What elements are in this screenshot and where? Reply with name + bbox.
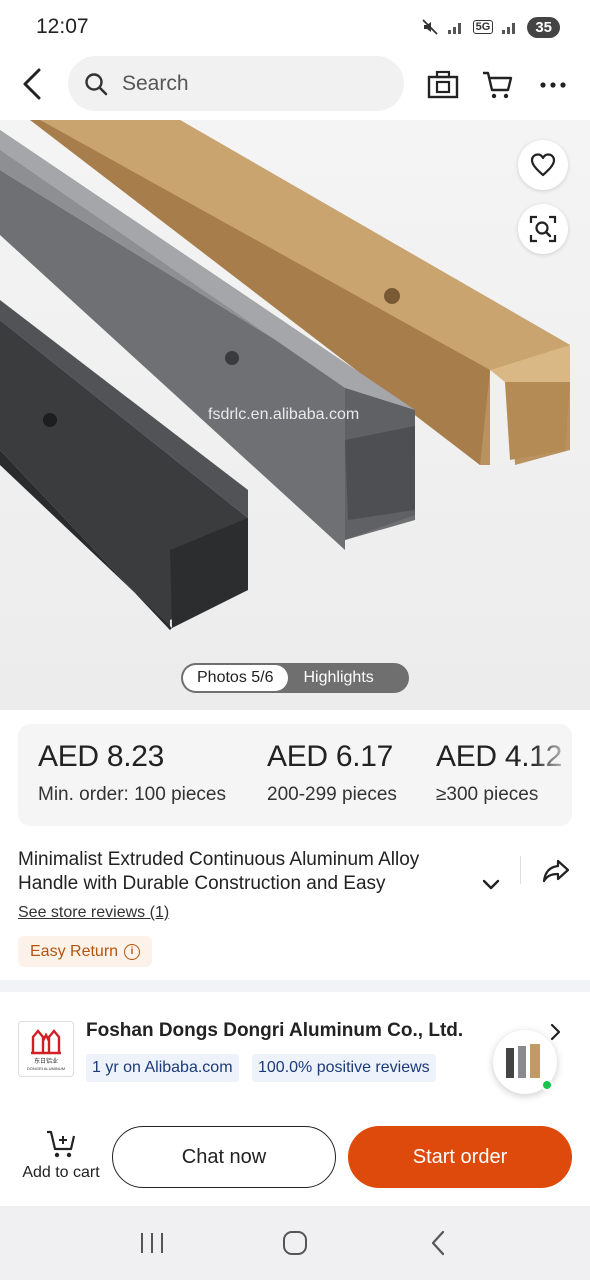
image-watermark: fsdrlc.en.alibaba.com <box>208 406 360 423</box>
heart-icon <box>530 153 556 177</box>
logo-subtext: DONGRI ALUMINUM <box>26 1066 66 1071</box>
home-button[interactable] <box>271 1219 319 1267</box>
network-badge: 5G <box>472 20 494 34</box>
status-icons: 5G 35 <box>421 16 560 38</box>
signal-icon <box>447 23 461 34</box>
add-to-cart-button[interactable]: Add to cart <box>18 1128 104 1182</box>
floating-product-bubble[interactable] <box>493 1030 557 1094</box>
start-order-button[interactable]: Start order <box>348 1126 572 1188</box>
chevron-right-icon <box>550 1023 561 1041</box>
camera-search-button[interactable] <box>424 66 462 104</box>
photo-toggle: Photos 5/6 Highlights <box>181 663 409 693</box>
more-button[interactable] <box>534 66 572 104</box>
tab-photos[interactable]: Photos 5/6 <box>183 665 288 691</box>
system-back-button[interactable] <box>414 1219 462 1267</box>
price-tier: AED 8.23 Min. order: 100 pieces <box>38 740 226 806</box>
favorite-button[interactable] <box>518 140 568 190</box>
tier-price: AED 8.23 <box>38 740 165 773</box>
visual-search-button[interactable] <box>518 204 568 254</box>
recent-apps-button[interactable] <box>128 1219 176 1267</box>
product-title: Minimalist Extruded Continuous Aluminum … <box>18 849 420 894</box>
status-bar: 12:07 5G 35 <box>0 0 590 54</box>
price-tier: AED 6.17 200-299 pieces <box>267 740 397 806</box>
supplier-name[interactable]: Foshan Dongs Dongri Aluminum Co., Ltd. <box>86 1020 463 1042</box>
cart-icon <box>483 71 513 99</box>
divider <box>520 856 521 884</box>
back-arrow-icon <box>23 68 41 100</box>
add-cart-icon <box>44 1128 78 1160</box>
expand-title-button[interactable] <box>478 874 504 896</box>
search-icon <box>82 70 110 98</box>
tier-quantity: 200-299 pieces <box>267 784 397 805</box>
company-logo-icon <box>31 1029 61 1055</box>
home-icon <box>282 1231 307 1255</box>
store-reviews-link[interactable]: See store reviews (1) <box>18 904 169 922</box>
logo-text: 东日铝业 <box>33 1059 58 1065</box>
reviews-badge: 100.0% positive reviews <box>252 1054 436 1082</box>
chat-now-button[interactable]: Chat now <box>112 1126 336 1188</box>
share-icon <box>542 859 570 883</box>
system-navigation-bar <box>0 1206 590 1280</box>
scroll-fade <box>532 724 572 826</box>
signal-icon-2 <box>502 23 516 34</box>
camera-icon <box>427 70 459 99</box>
add-to-cart-label: Add to cart <box>22 1164 100 1181</box>
tier-quantity: Min. order: 100 pieces <box>38 784 226 805</box>
product-thumbnail-icon <box>506 1044 540 1078</box>
system-back-icon <box>432 1230 445 1256</box>
back-button[interactable] <box>14 64 50 104</box>
battery-icon: 35 <box>527 16 560 38</box>
years-badge: 1 yr on Alibaba.com <box>86 1054 239 1082</box>
share-button[interactable] <box>540 855 572 887</box>
top-nav: Search <box>0 56 590 112</box>
easy-return-badge[interactable]: Easy Return i <box>18 936 153 967</box>
chevron-down-icon <box>482 879 500 890</box>
cart-button[interactable] <box>478 66 516 104</box>
online-status-dot <box>541 1079 553 1091</box>
easy-return-label: Easy Return <box>30 942 119 960</box>
mute-icon <box>421 19 438 35</box>
supplier-details-button[interactable] <box>546 1021 566 1043</box>
search-input[interactable]: Search <box>68 56 404 111</box>
more-icon <box>540 82 566 88</box>
section-divider <box>0 980 590 992</box>
price-tiers[interactable]: AED 8.23 Min. order: 100 pieces AED 6.17… <box>18 724 572 826</box>
tab-highlights[interactable]: Highlights <box>288 669 390 687</box>
status-time: 12:07 <box>36 15 89 38</box>
search-placeholder: Search <box>122 71 189 95</box>
recent-apps-icon <box>140 1233 163 1253</box>
info-icon: i <box>124 943 141 960</box>
image-search-icon <box>529 215 557 243</box>
product-image[interactable]: fsdrlc.en.alibaba.com Photos 5/6 Highlig… <box>0 120 590 710</box>
supplier-logo[interactable]: 东日铝业 DONGRI ALUMINUM <box>18 1021 74 1077</box>
tier-price: AED 6.17 <box>267 740 394 773</box>
